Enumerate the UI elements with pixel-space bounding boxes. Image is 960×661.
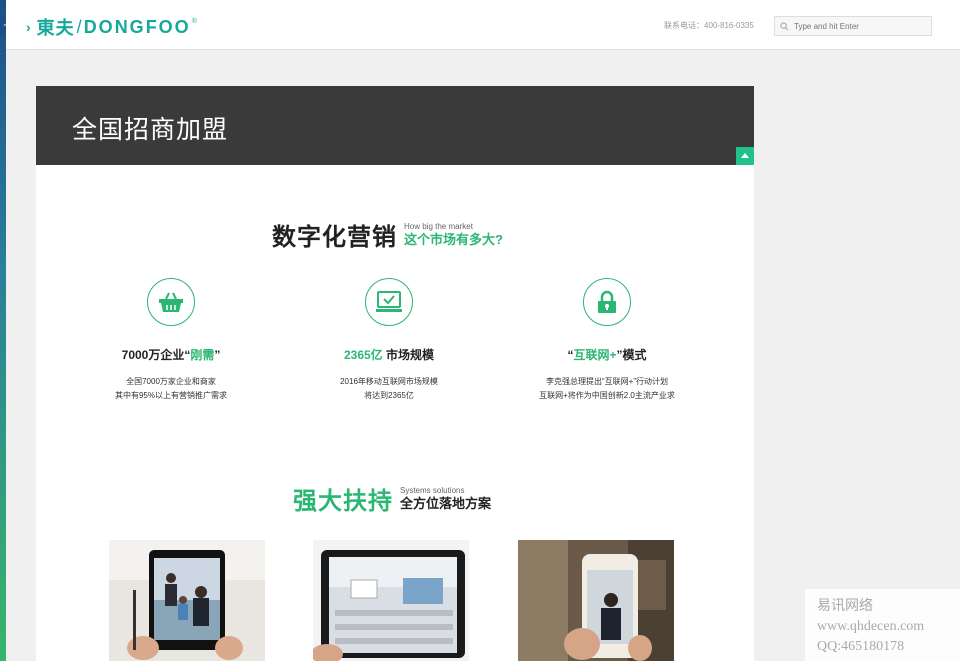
section-subtitle-block: Systems solutions 全方位落地方案 bbox=[400, 486, 491, 512]
feature-market-scale: 2365亿 市场规模 2016年移动互联网市场规模 将达到2365亿 bbox=[289, 278, 489, 403]
section-subtitle-cn: 这个市场有多大? bbox=[404, 231, 503, 247]
logo-english-name: DONGFOO bbox=[83, 16, 191, 37]
top-header: › 東夫 / DONGFOO ® 联系电话：400-816-0335 bbox=[6, 0, 960, 50]
photo-tablet-meeting bbox=[109, 540, 265, 661]
feature-title: “互联网+”模式 bbox=[567, 348, 647, 362]
main-content: 数字化营销 How big the market 这个市场有多大? 7000万企… bbox=[36, 165, 754, 661]
registered-mark: ® bbox=[191, 17, 197, 25]
feature-description: 2016年移动互联网市场规模 将达到2365亿 bbox=[340, 377, 438, 400]
feature-internet-plus: “互联网+”模式 李克强总理提出“互联网+”行动计划 互联网+将作为中国创新2.… bbox=[507, 278, 707, 403]
section-subtitle-en: Systems solutions bbox=[400, 485, 465, 495]
feature-description: 全国7000万家企业和商家 其中有95%以上有营销推广需求 bbox=[114, 377, 227, 400]
brand-logo[interactable]: › 東夫 / DONGFOO ® bbox=[26, 14, 197, 40]
watermark: 易讯网络 www.qhdecen.com QQ:465180178 bbox=[805, 589, 960, 661]
collapse-up-button[interactable] bbox=[736, 147, 754, 165]
section-subtitle-block: How big the market 这个市场有多大? bbox=[404, 222, 503, 248]
search-icon bbox=[780, 21, 789, 30]
feature-title: 2365亿 市场规模 bbox=[343, 348, 435, 362]
logo-arrow-icon: › bbox=[26, 19, 31, 35]
page-banner: 全国招商加盟 bbox=[36, 86, 754, 165]
basket-icon bbox=[147, 278, 195, 326]
watermark-qq: QQ:465180178 bbox=[817, 639, 905, 654]
photo-phone-in-hand bbox=[518, 540, 674, 661]
logo-chinese-name: 東夫 bbox=[36, 18, 75, 38]
section-subtitle-en: How big the market bbox=[404, 221, 473, 231]
section-support-header: 强大扶持 Systems solutions 全方位落地方案 bbox=[293, 481, 491, 516]
left-accent-strip bbox=[0, 0, 6, 661]
lock-icon bbox=[583, 278, 631, 326]
feature-enterprise-demand: 7000万企业“刚需” 全国7000万家企业和商家 其中有95%以上有营销推广需… bbox=[71, 278, 271, 403]
section-title: 强大扶持 bbox=[293, 488, 393, 515]
section-title: 数字化营销 bbox=[272, 224, 397, 251]
logo-slash: / bbox=[76, 16, 82, 37]
feature-title: 7000万企业“刚需” bbox=[121, 348, 221, 362]
monitor-check-icon bbox=[365, 278, 413, 326]
feature-description: 李克强总理提出“互联网+”行动计划 互联网+将作为中国创新2.0主流产业求 bbox=[539, 377, 675, 400]
search-box[interactable] bbox=[774, 16, 932, 36]
search-input[interactable] bbox=[794, 21, 924, 31]
watermark-url: www.qhdecen.com bbox=[817, 619, 925, 634]
contact-phone: 联系电话：400-816-0335 bbox=[664, 21, 754, 30]
page-title: 全国招商加盟 bbox=[72, 116, 229, 144]
watermark-company: 易讯网络 bbox=[817, 599, 873, 614]
section-subtitle-cn: 全方位落地方案 bbox=[400, 495, 492, 511]
photo-tablet-classroom bbox=[313, 540, 469, 661]
section-digital-marketing-header: 数字化营销 How big the market 这个市场有多大? bbox=[272, 217, 503, 252]
